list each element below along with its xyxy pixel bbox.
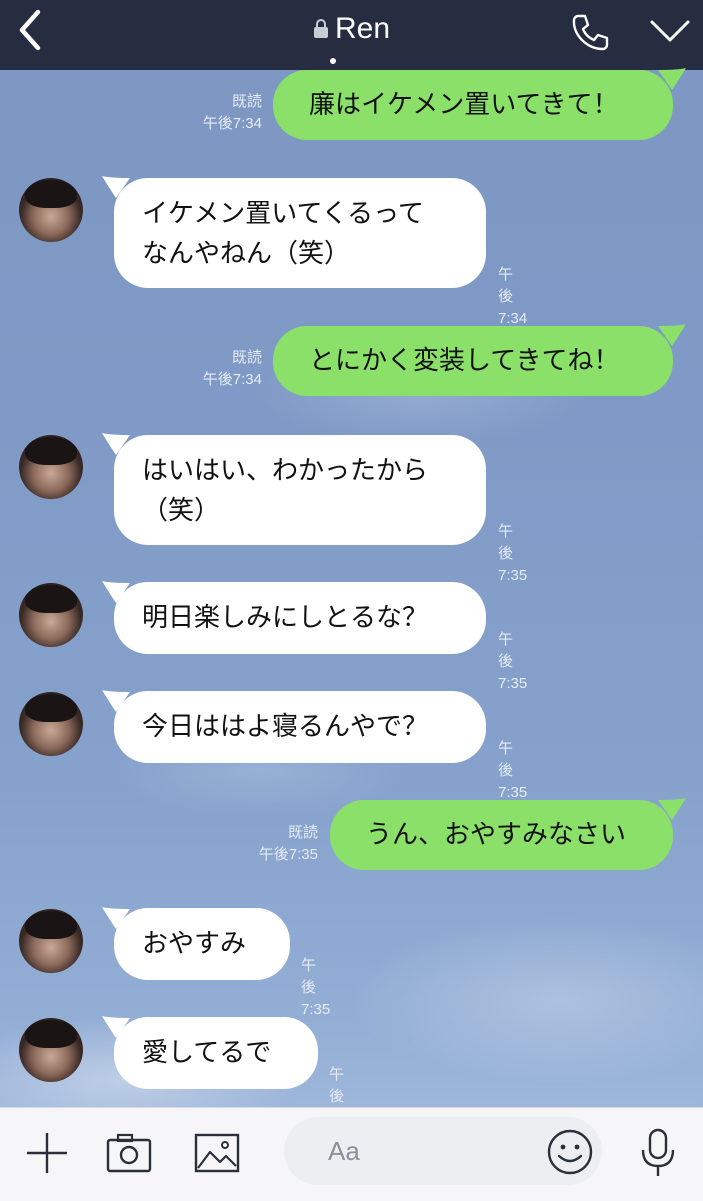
smiley-icon [547, 1129, 593, 1175]
camera-button[interactable] [106, 1132, 152, 1174]
lock-icon [313, 19, 328, 38]
plus-icon [27, 1133, 67, 1173]
message-time: 午後7:35 [498, 740, 528, 801]
call-button[interactable] [568, 10, 612, 54]
message-bubble[interactable]: 廉はイケメン置いてきて！ [273, 70, 673, 140]
message-bubble[interactable]: おやすみ [114, 908, 290, 980]
bubble-tail [658, 68, 686, 90]
avatar[interactable] [19, 435, 83, 499]
message-bubble[interactable]: とにかく変装してきてね！ [273, 326, 673, 396]
page-indicator-dot [330, 58, 336, 64]
message-time: 午後7:34 [498, 266, 528, 327]
message-time: 午後7:35 [258, 846, 318, 863]
read-receipt: 既読 [231, 349, 262, 366]
image-button[interactable] [194, 1132, 240, 1174]
message-bubble[interactable]: はいはい、わかったから （笑） [114, 435, 486, 545]
read-receipt: 既読 [231, 93, 262, 110]
add-button[interactable] [24, 1130, 70, 1176]
emoji-button[interactable] [546, 1128, 594, 1176]
message-bubble[interactable]: イケメン置いてくるって なんやねん（笑） [114, 178, 486, 288]
message-time: 午後7:34 [202, 115, 262, 132]
chat-header: Ren [0, 0, 703, 70]
menu-toggle-button[interactable] [648, 12, 692, 52]
read-receipt: 既読 [287, 824, 318, 841]
message-time: 午後7:35 [301, 957, 331, 1018]
message-time: 午後7:34 [202, 371, 262, 388]
phone-icon [572, 14, 609, 51]
image-icon [194, 1133, 240, 1173]
bubble-tail [658, 324, 686, 346]
message-bubble[interactable]: 今日ははよ寝るんやで？ [114, 691, 486, 763]
message-bubble[interactable]: うん、おやすみなさい [330, 800, 673, 870]
message-time: 午後7:35 [498, 631, 528, 692]
message-time: 午後7:35 [498, 523, 528, 584]
avatar[interactable] [19, 692, 83, 756]
chevron-down-icon [650, 20, 690, 42]
chat-title[interactable]: Ren [335, 12, 390, 46]
bubble-tail [658, 798, 686, 820]
message-bubble[interactable]: 愛してるで [114, 1017, 318, 1089]
avatar[interactable] [19, 178, 83, 242]
avatar[interactable] [19, 583, 83, 647]
message-bubble[interactable]: 明日楽しみにしとるな？ [114, 582, 486, 654]
voice-button[interactable] [638, 1128, 678, 1178]
microphone-icon [641, 1128, 675, 1176]
avatar[interactable] [19, 909, 83, 973]
camera-icon [106, 1133, 152, 1173]
avatar[interactable] [19, 1018, 83, 1082]
